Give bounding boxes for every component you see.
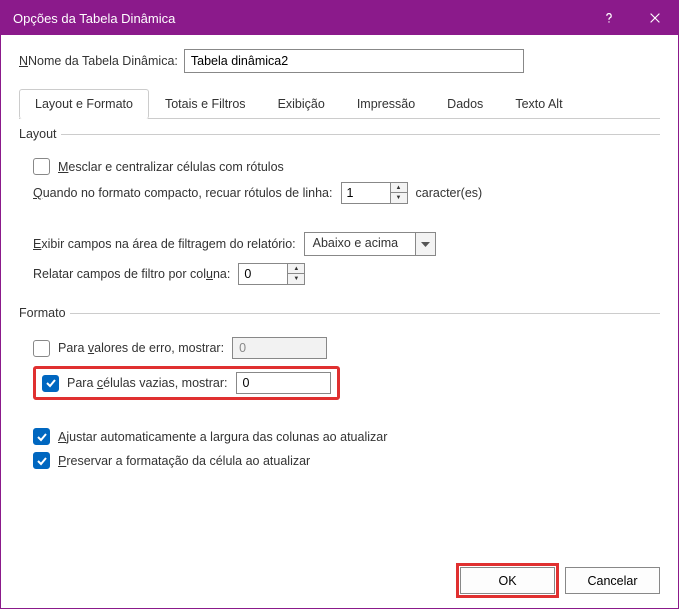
- tab-display[interactable]: Exibição: [262, 89, 341, 118]
- indent-spin-down[interactable]: ▼: [391, 193, 407, 203]
- autofit-checkbox[interactable]: [33, 428, 50, 445]
- dialog-content: NNome da Tabela Dinâmica: Layout e Forma…: [1, 35, 678, 608]
- table-name-label: NNome da Tabela Dinâmica:: [19, 54, 178, 68]
- help-button[interactable]: [586, 1, 632, 35]
- ok-button[interactable]: OK: [460, 567, 555, 594]
- empty-input[interactable]: [236, 372, 331, 394]
- format-legend: Formato: [19, 306, 70, 320]
- filter-per-col-label: Relatar campos de filtro por coluna:: [33, 267, 230, 281]
- layout-legend: Layout: [19, 127, 61, 141]
- preserve-row: Preservar a formatação da célula ao atua…: [33, 452, 660, 469]
- indent-spinner[interactable]: ▲ ▼: [341, 182, 408, 204]
- layout-group: Layout Mesclar e centralizar células com…: [19, 127, 660, 296]
- tab-bar: Layout e Formato Totais e Filtros Exibiç…: [19, 89, 660, 119]
- empty-label: Para células vazias, mostrar:: [67, 376, 228, 390]
- tab-layout-format[interactable]: Layout e Formato: [19, 89, 149, 119]
- preserve-label: Preservar a formatação da célula ao atua…: [58, 454, 310, 468]
- merge-checkbox[interactable]: [33, 158, 50, 175]
- filter-per-col-spin-buttons: ▲ ▼: [287, 264, 304, 284]
- close-button[interactable]: [632, 1, 678, 35]
- indent-spin-up[interactable]: ▲: [391, 183, 407, 193]
- indent-spin-buttons: ▲ ▼: [390, 183, 407, 203]
- error-input: [232, 337, 327, 359]
- empty-checkbox[interactable]: [42, 375, 59, 392]
- dialog-title: Opções da Tabela Dinâmica: [13, 11, 586, 26]
- table-name-input[interactable]: [184, 49, 524, 73]
- filter-per-col-input[interactable]: [239, 264, 287, 284]
- preserve-checkbox[interactable]: [33, 452, 50, 469]
- empty-row: Para células vazias, mostrar:: [33, 366, 660, 400]
- filter-pos-select[interactable]: Abaixo e acima: [304, 232, 436, 256]
- error-row: Para valores de erro, mostrar:: [33, 337, 660, 359]
- error-checkbox[interactable]: [33, 340, 50, 357]
- filter-per-col-spin-down[interactable]: ▼: [288, 274, 304, 284]
- dialog-footer: OK Cancelar: [460, 567, 660, 594]
- autofit-row: Ajustar automaticamente a largura das co…: [33, 428, 660, 445]
- indent-row: Quando no formato compacto, recuar rótul…: [33, 182, 660, 204]
- filter-pos-row: Exibir campos na área de filtragem do re…: [33, 232, 660, 256]
- chevron-down-icon[interactable]: [415, 233, 435, 255]
- indent-input[interactable]: [342, 183, 390, 203]
- dialog-window: Opções da Tabela Dinâmica NNome da Tabel…: [0, 0, 679, 609]
- filter-pos-label: Exibir campos na área de filtragem do re…: [33, 237, 296, 251]
- filter-per-col-row: Relatar campos de filtro por coluna: ▲ ▼: [33, 263, 660, 285]
- error-label: Para valores de erro, mostrar:: [58, 341, 224, 355]
- titlebar: Opções da Tabela Dinâmica: [1, 1, 678, 35]
- tab-totals-filters[interactable]: Totais e Filtros: [149, 89, 262, 118]
- tab-data[interactable]: Dados: [431, 89, 499, 118]
- filter-per-col-spin-up[interactable]: ▲: [288, 264, 304, 274]
- indent-suffix: caracter(es): [416, 186, 483, 200]
- filter-per-col-spinner[interactable]: ▲ ▼: [238, 263, 305, 285]
- merge-row: Mesclar e centralizar células com rótulo…: [33, 158, 660, 175]
- tab-alt-text[interactable]: Texto Alt: [499, 89, 578, 118]
- table-name-row: NNome da Tabela Dinâmica:: [19, 49, 660, 73]
- merge-label: Mesclar e centralizar células com rótulo…: [58, 160, 284, 174]
- tab-print[interactable]: Impressão: [341, 89, 431, 118]
- cancel-button[interactable]: Cancelar: [565, 567, 660, 594]
- autofit-label: Ajustar automaticamente a largura das co…: [58, 430, 387, 444]
- format-group: Formato Para valores de erro, mostrar: P…: [19, 306, 660, 480]
- indent-label: Quando no formato compacto, recuar rótul…: [33, 186, 333, 200]
- filter-pos-value: Abaixo e acima: [305, 233, 415, 255]
